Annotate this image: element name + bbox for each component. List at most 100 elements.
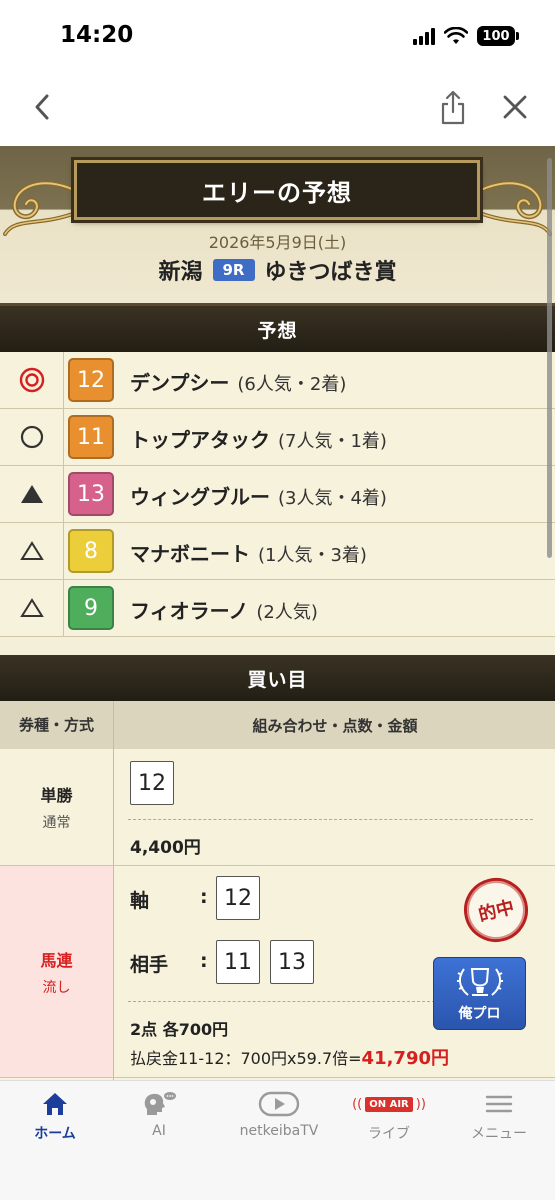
race-info: 新潟 9R ゆきつばき賞	[0, 254, 555, 286]
tab-home[interactable]: ホーム	[0, 1091, 110, 1151]
status-bar: 14:20 100	[0, 0, 555, 72]
tab-label: ライブ	[368, 1126, 410, 1142]
triangle-mark-icon	[0, 580, 64, 636]
battery-icon: 100	[477, 26, 519, 46]
triangle-mark-icon	[0, 523, 64, 579]
ai-head-icon	[144, 1092, 176, 1115]
double-circle-mark-icon	[0, 352, 64, 408]
bet-points: 2点 各700円	[130, 1020, 229, 1039]
tab-netkeiba-tv[interactable]: netkeibaTV	[224, 1091, 334, 1151]
horse-number-box: 11	[216, 940, 260, 984]
race-name: ゆきつばき賞	[264, 260, 397, 285]
race-date: 2026年5月9日(土)	[208, 233, 347, 252]
prediction-row: 9 フィオラーノ (2人気)	[0, 580, 555, 637]
status-time: 14:20	[60, 22, 134, 48]
payout-formula: 払戻金11-12：700円x59.7倍=	[130, 1049, 362, 1068]
bets-table-header: 券種・方式 組み合わせ・点数・金額	[0, 701, 555, 749]
prediction-row: 12 デンプシー (6人気・2着)	[0, 352, 555, 409]
horse-number-box: 12	[130, 761, 174, 805]
ore-pro-label: 俺プロ	[458, 1006, 501, 1022]
filled-triangle-mark-icon	[0, 466, 64, 522]
payout-line: 払戻金11-12：700円x59.7倍=41,790円	[130, 1044, 449, 1070]
tab-ai[interactable]: AI	[104, 1091, 214, 1151]
circle-mark-icon	[0, 409, 64, 465]
status-icons: 100	[413, 26, 519, 46]
prediction-list: 12 デンプシー (6人気・2着) 11 トップアタック (7人気・1着) 13 ウィングブル…	[0, 352, 555, 637]
close-icon[interactable]	[500, 92, 530, 122]
play-icon	[258, 1091, 300, 1117]
bet-method: 通常	[42, 815, 71, 831]
payout-total: 41,790円	[361, 1048, 450, 1069]
horse-name-text: デンプシー	[130, 371, 230, 395]
trophy-laurel-icon	[456, 968, 503, 996]
browser-nav-bar	[0, 72, 555, 146]
page-content[interactable]: エリーの予想 2026年5月9日(土) 新潟 9R ゆきつばき賞 予想 12 デン…	[0, 146, 555, 1080]
horse-number-box: 12	[216, 876, 260, 920]
horse-number-badge: 12	[68, 358, 114, 402]
horse-number-badge: 9	[68, 586, 114, 630]
title-banner: エリーの予想	[74, 160, 480, 220]
bet-type-cell: 馬連 流し	[0, 866, 114, 1077]
horse-name-text: トップアタック	[130, 428, 270, 452]
horse-result: (1人気・3着)	[258, 545, 367, 566]
scrollbar[interactable]	[547, 158, 552, 558]
bets-heading: 買い目	[0, 655, 555, 701]
horse-name-text: ウィングブルー	[130, 485, 270, 509]
tab-menu[interactable]: メニュー	[444, 1091, 554, 1151]
bet-amount: 4,400円	[130, 838, 201, 858]
prediction-row: 8 マナボニート (1人気・3着)	[0, 523, 555, 580]
back-chevron-icon[interactable]	[28, 90, 58, 124]
axis-label: 軸	[130, 890, 150, 912]
tab-label: ホーム	[34, 1126, 76, 1142]
bet-row-win: 単勝 通常 12 4,400円	[0, 749, 555, 866]
horse-result: (2人気)	[256, 602, 318, 623]
home-icon	[43, 1093, 67, 1115]
bet-type-cell: 単勝 通常	[0, 749, 114, 865]
horse-number-badge: 8	[68, 529, 114, 573]
bet-type: 単勝	[40, 786, 73, 805]
onair-icon: (( ON AIR ))	[352, 1096, 426, 1112]
page-title: エリーの予想	[202, 178, 352, 207]
partner-label: 相手	[130, 954, 169, 976]
horse-name-text: フィオラーノ	[130, 599, 249, 623]
wifi-icon	[444, 27, 468, 44]
race-venue: 新潟	[158, 260, 203, 285]
horse-name[interactable]: デンプシー (6人気・2着)	[130, 367, 346, 396]
tab-label: メニュー	[471, 1126, 527, 1142]
divider	[128, 1001, 435, 1002]
colon: :	[200, 886, 208, 908]
bet-row-quinella: 馬連 流し 軸 : 12 相手 : 11 13 2点 各700円 払戻金11-1…	[0, 866, 555, 1078]
horse-name[interactable]: フィオラーノ (2人気)	[130, 595, 318, 624]
horse-name[interactable]: トップアタック (7人気・1着)	[130, 424, 387, 453]
tab-live[interactable]: (( ON AIR )) ライブ	[334, 1091, 444, 1151]
share-icon[interactable]	[438, 88, 468, 126]
bottom-tab-bar: ホーム AI netkeibaTV (( ON AIR )) ライブ メニュー	[0, 1080, 555, 1200]
onair-badge: ON AIR	[365, 1096, 413, 1112]
column-bet-type: 券種・方式	[0, 701, 114, 749]
prediction-heading: 予想	[0, 306, 555, 352]
ore-pro-badge[interactable]: 俺プロ	[433, 957, 526, 1030]
divider	[128, 819, 533, 820]
horse-result: (3人気・4着)	[278, 488, 387, 509]
horse-name[interactable]: マナボニート (1人気・3着)	[130, 538, 367, 567]
horse-number-badge: 11	[68, 415, 114, 459]
colon: :	[200, 950, 208, 972]
hit-stamp: 的中	[457, 871, 535, 949]
hero-header: エリーの予想 2026年5月9日(土) 新潟 9R ゆきつばき賞	[0, 146, 555, 306]
bet-method: 流し	[42, 979, 71, 996]
prediction-row: 11 トップアタック (7人気・1着)	[0, 409, 555, 466]
bet-type: 馬連	[40, 950, 73, 970]
tab-label: AI	[152, 1123, 166, 1139]
column-combination: 組み合わせ・点数・金額	[252, 716, 418, 735]
race-number-badge: 9R	[212, 259, 255, 281]
horse-name[interactable]: ウィングブルー (3人気・4着)	[130, 481, 387, 510]
horse-name-text: マナボニート	[130, 542, 250, 566]
horse-number-box: 13	[270, 940, 314, 984]
horse-result: (7人気・1着)	[278, 431, 387, 452]
prediction-row: 13 ウィングブルー (3人気・4着)	[0, 466, 555, 523]
tab-label: netkeibaTV	[239, 1123, 319, 1139]
horse-number-badge: 13	[68, 472, 114, 516]
menu-icon	[485, 1095, 513, 1113]
cellular-signal-icon	[413, 27, 435, 45]
horse-result: (6人気・2着)	[237, 374, 347, 395]
